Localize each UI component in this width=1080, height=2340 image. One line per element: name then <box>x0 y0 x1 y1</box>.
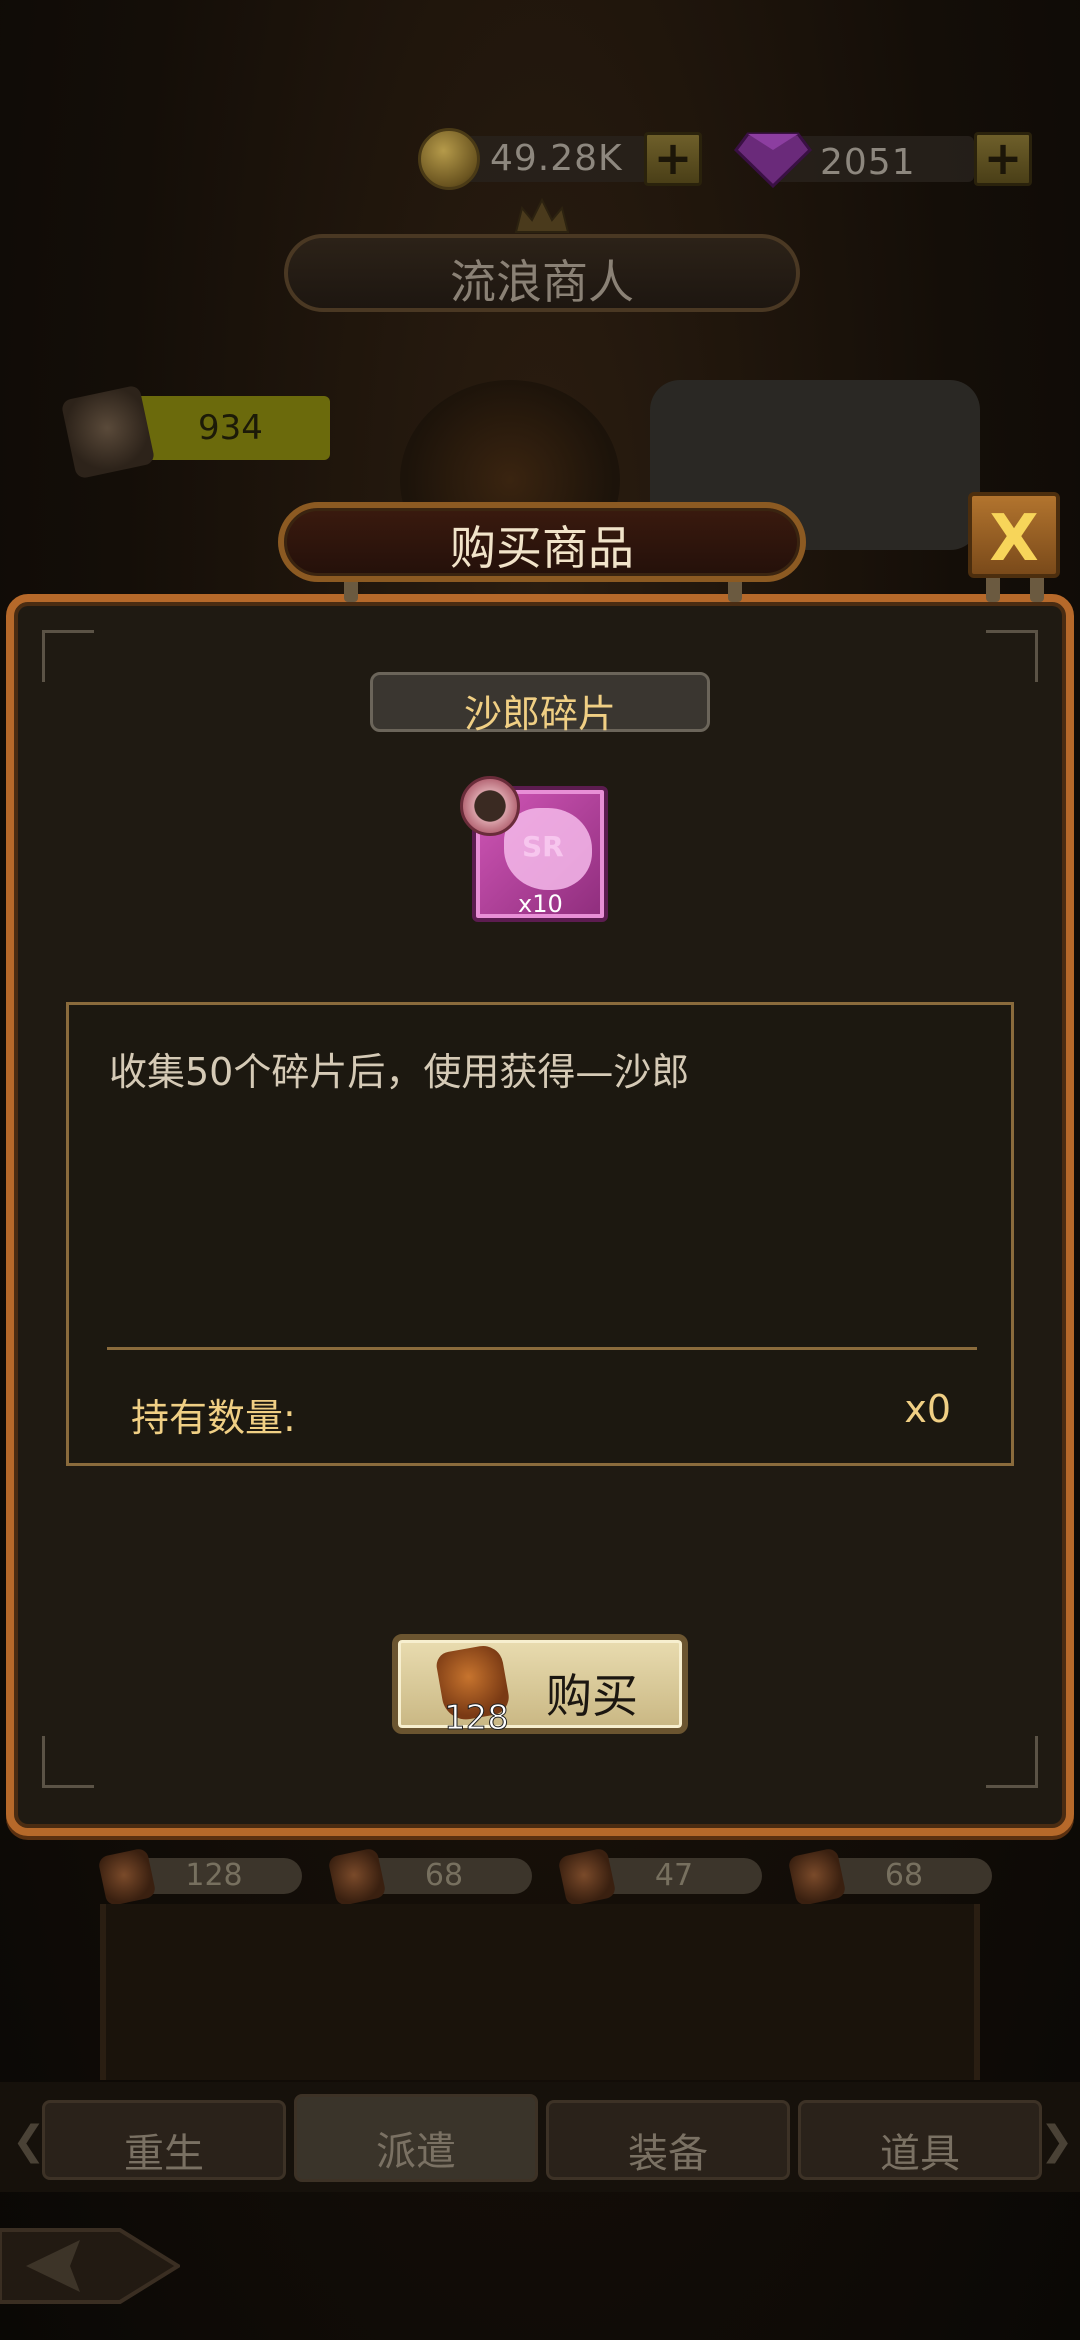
coin-icon <box>418 128 480 190</box>
corner-ornament <box>986 630 1038 682</box>
dialog-title-plate: 购买商品 <box>268 496 816 588</box>
price-tag-value: 47 <box>654 1858 694 1893</box>
tab-label: 道具 <box>880 2131 960 2177</box>
back-button[interactable] <box>0 2190 180 2340</box>
corner-ornament <box>42 630 94 682</box>
tab-dispatch[interactable]: 派遣 <box>294 2094 538 2182</box>
dialog-title: 购买商品 <box>450 521 634 575</box>
add-gems-button[interactable]: + <box>974 132 1032 186</box>
shop-price-tag: 128 <box>97 1847 302 1907</box>
close-button[interactable]: X <box>968 492 1060 578</box>
item-description-box: 收集50个碎片后，使用获得—沙郎 持有数量: x0 <box>66 1002 1014 1466</box>
item-name: 沙郎碎片 <box>463 692 616 736</box>
buy-price: 128 <box>444 1698 510 1739</box>
add-coins-button[interactable]: + <box>644 132 702 186</box>
close-icon: X <box>989 502 1039 576</box>
fragment-currency-chip: 934 <box>60 384 330 480</box>
tab-label: 重生 <box>124 2131 204 2177</box>
merchant-title: 流浪商人 <box>450 255 634 309</box>
gem-value: 2051 <box>820 142 916 183</box>
tab-equipment[interactable]: 装备 <box>546 2100 790 2180</box>
corner-ornament <box>42 1736 94 1788</box>
coin-counter: 49.28K + <box>418 128 708 190</box>
tab-items[interactable]: 道具 <box>798 2100 1042 2180</box>
gem-counter: 2051 + <box>734 128 1034 188</box>
shop-price-tag: 68 <box>787 1847 992 1907</box>
price-tag-value: 68 <box>884 1858 924 1893</box>
tab-rebirth[interactable]: 重生 <box>42 2100 286 2180</box>
shop-price-tag: 68 <box>327 1847 532 1907</box>
shop-price-tag: 47 <box>557 1847 762 1907</box>
price-tag-value: 128 <box>185 1858 243 1893</box>
owned-count-label: 持有数量: <box>131 1396 296 1440</box>
owned-count-value: x0 <box>904 1387 951 1431</box>
hero-portrait-icon <box>460 776 520 836</box>
buy-label: 购买 <box>546 1669 638 1723</box>
item-description: 收集50个碎片后，使用获得—沙郎 <box>109 1050 690 1094</box>
price-tag-value: 68 <box>424 1858 464 1893</box>
rarity-label: SR <box>522 830 564 863</box>
tab-label: 派遣 <box>376 2129 456 2175</box>
corner-ornament <box>986 1736 1038 1788</box>
gem-icon <box>734 132 812 188</box>
buy-button[interactable]: 128 购买 <box>392 1634 688 1739</box>
shop-shelf <box>100 1904 980 2080</box>
fragment-currency-icon <box>60 384 156 480</box>
merchant-header: 流浪商人 <box>264 197 820 318</box>
tab-label: 装备 <box>628 2131 708 2177</box>
screen: 49.28K + 2051 + 流浪商人 934 128 68 47 68 ❮ … <box>0 0 1080 2340</box>
crown-icon <box>514 197 570 233</box>
item-count: x10 <box>518 890 563 918</box>
tab-next-arrow-icon[interactable]: ❯ <box>1040 2118 1074 2164</box>
tab-prev-arrow-icon[interactable]: ❮ <box>12 2118 46 2164</box>
coin-value: 49.28K <box>490 138 623 179</box>
divider <box>107 1347 977 1350</box>
fragment-currency-value: 934 <box>198 408 263 448</box>
item-name-plate: 沙郎碎片 <box>370 672 710 736</box>
